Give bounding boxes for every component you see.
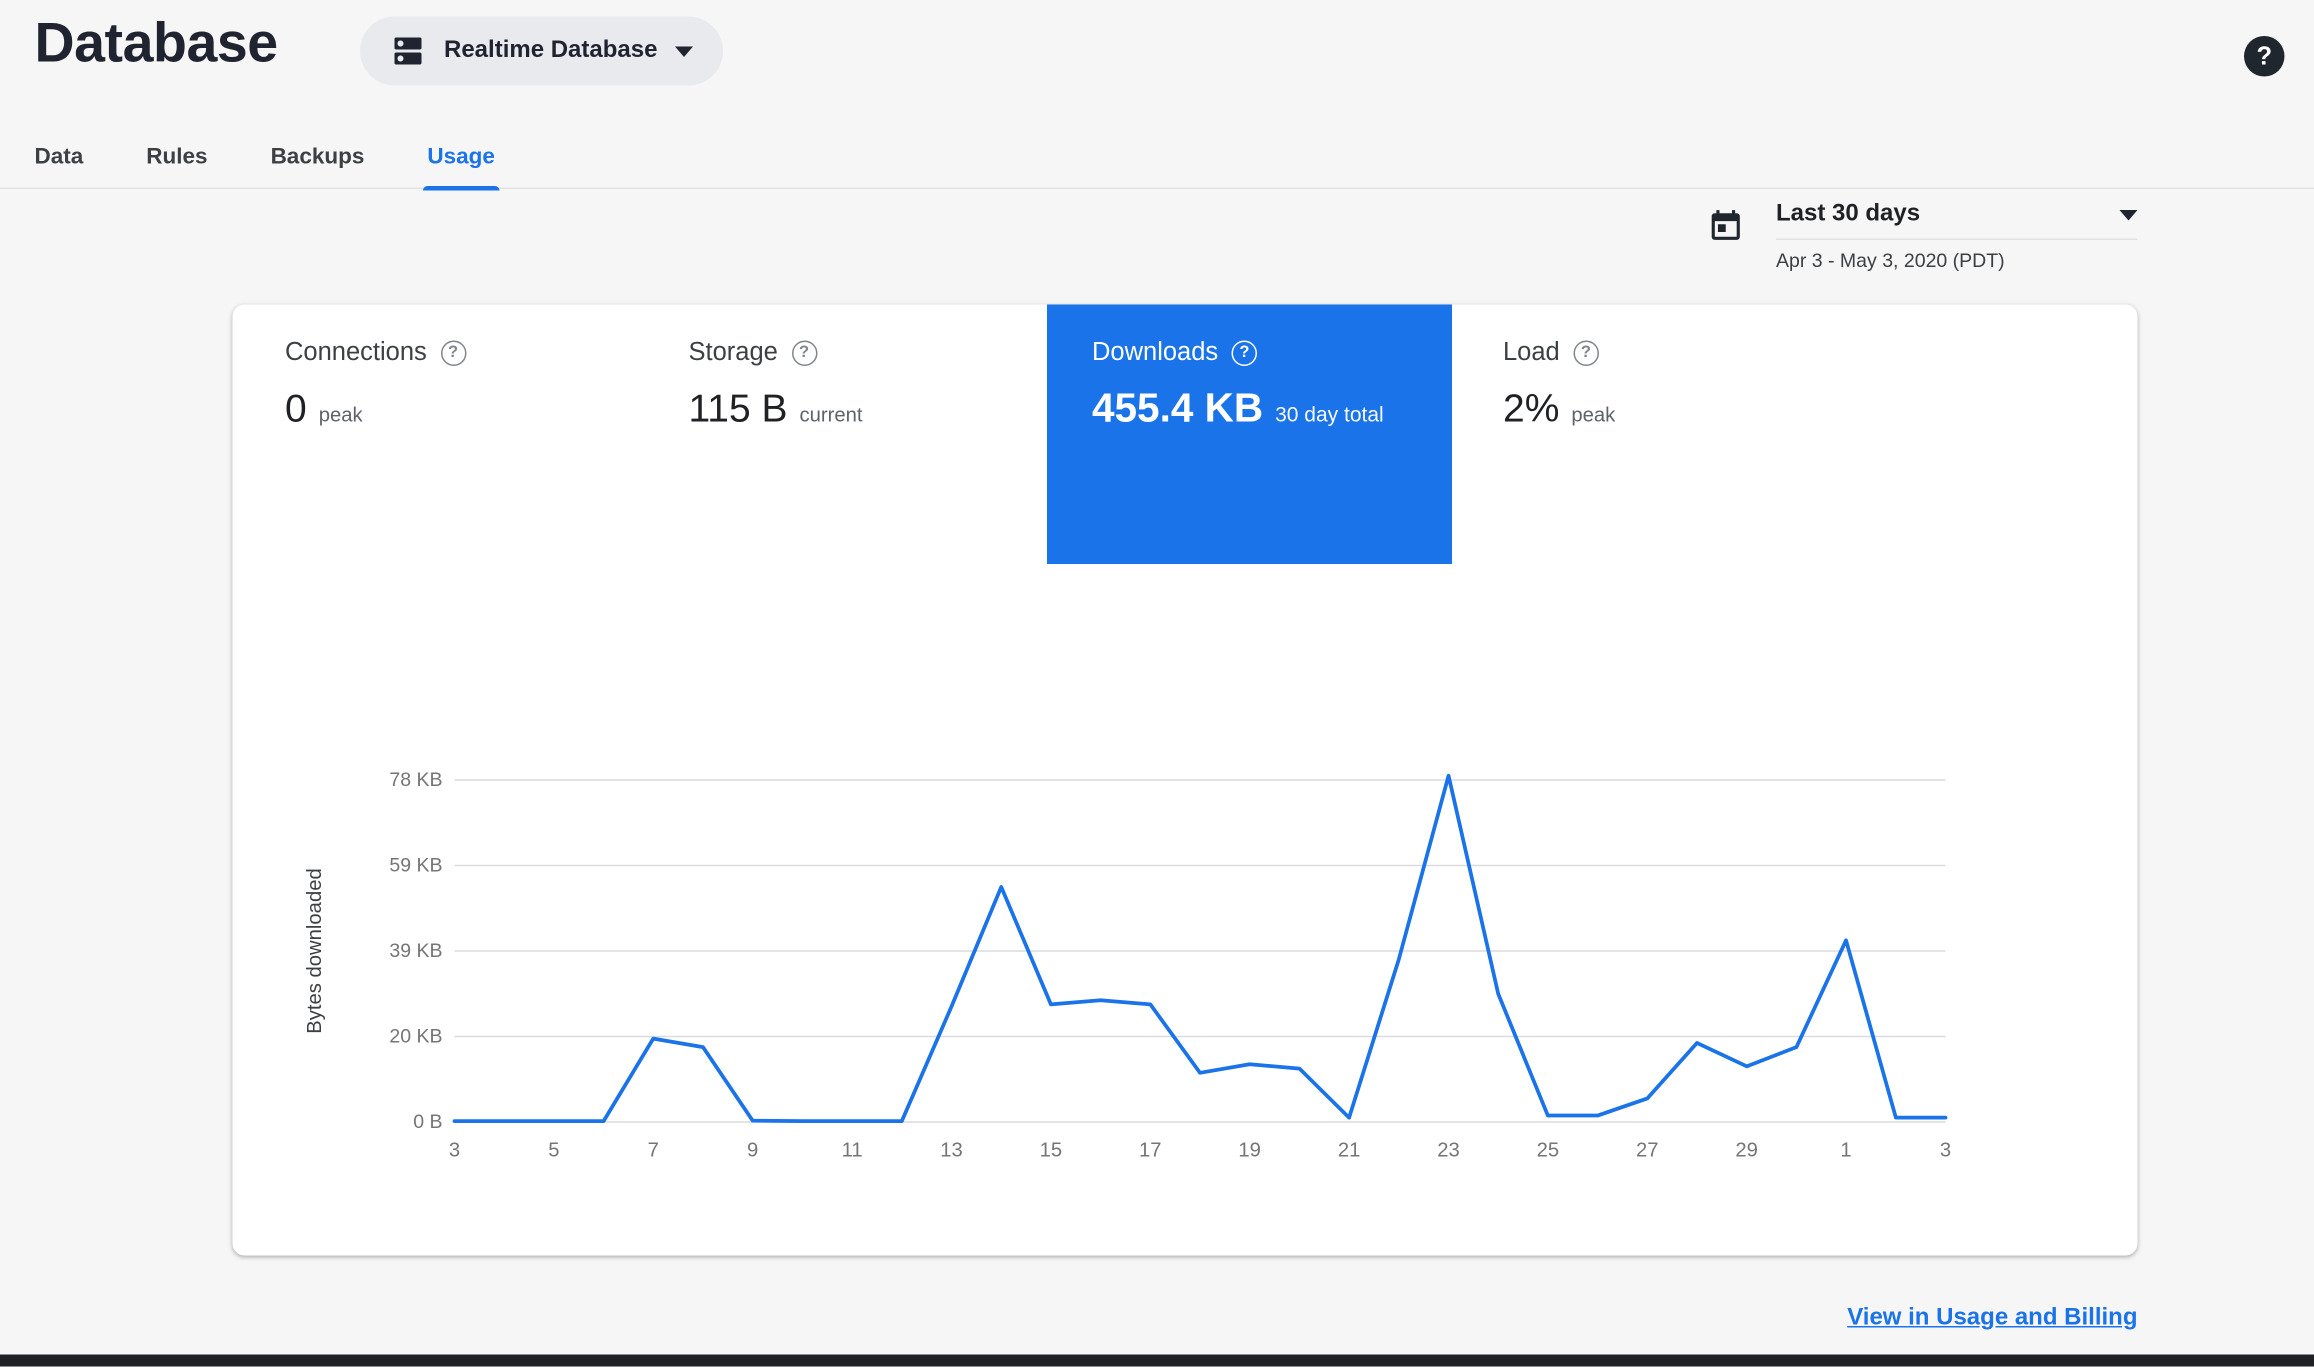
x-tick-label: 1 (1840, 1138, 1852, 1162)
date-range-label: Last 30 days (1776, 201, 1921, 227)
date-range-main: Last 30 days Apr 3 - May 3, 2020 (PDT) (1776, 201, 2138, 272)
metric-label: Load (1503, 337, 1560, 367)
x-tick-label: 15 (1039, 1138, 1063, 1162)
bottom-bar (0, 1354, 2314, 1367)
y-tick-label: 20 KB (389, 1024, 443, 1048)
downloads-series-line (452, 773, 1948, 1123)
x-tick-label: 25 (1536, 1138, 1560, 1162)
page-title: Database (34, 12, 279, 74)
metric-value: 455.4 KB (1092, 385, 1264, 431)
metric-suffix: peak (318, 403, 363, 427)
tab-backups[interactable]: Backups (239, 128, 396, 190)
database-usage-page: Database Realtime Database ? Data Rules … (0, 0, 2314, 1367)
help-circle-icon[interactable]: ? (440, 339, 466, 366)
y-tick-label: 59 KB (389, 853, 443, 877)
x-tick-label: 23 (1437, 1138, 1460, 1162)
help-circle-icon[interactable]: ? (1573, 339, 1599, 366)
calendar-icon (1707, 207, 1745, 272)
x-tick-label: 3 (1939, 1138, 1952, 1162)
metric-label: Connections (285, 337, 427, 367)
metric-label: Downloads (1092, 337, 1219, 367)
database-selector-label: Realtime Database (444, 37, 658, 64)
y-tick-label: 78 KB (389, 768, 443, 791)
metric-value: 115 B (688, 385, 788, 431)
x-tick-label: 17 (1139, 1138, 1162, 1162)
usage-card: Connections ? 0 peak Storage ? 115 B cur… (232, 304, 2138, 1256)
metric-suffix: current (799, 403, 863, 427)
x-tick-label: 7 (647, 1138, 659, 1162)
metric-suffix: 30 day total (1275, 402, 1384, 426)
database-selector[interactable]: Realtime Database (360, 16, 724, 86)
database-icon (390, 33, 426, 69)
x-tick-label: 19 (1238, 1138, 1261, 1162)
x-tick-label: 5 (548, 1138, 560, 1162)
metric-connections[interactable]: Connections ? 0 peak (233, 305, 640, 565)
y-tick-label: 0 B (413, 1110, 443, 1133)
chevron-down-icon (2119, 209, 2138, 220)
x-tick-label: 13 (940, 1138, 963, 1162)
tab-usage[interactable]: Usage (396, 128, 527, 191)
tab-data[interactable]: Data (3, 128, 115, 190)
metric-downloads[interactable]: Downloads ? 455.4 KB 30 day total (1047, 304, 1452, 564)
y-tick-label: 39 KB (389, 939, 443, 962)
x-tick-label: 11 (841, 1138, 863, 1162)
metric-suffix: peak (1571, 403, 1616, 427)
date-range-detail: Apr 3 - May 3, 2020 (PDT) (1776, 249, 2005, 272)
metric-value: 0 (285, 385, 307, 431)
view-usage-billing-link[interactable]: View in Usage and Billing (1847, 1305, 2137, 1332)
help-circle-icon[interactable]: ? (1231, 339, 1258, 366)
help-circle-icon[interactable]: ? (791, 339, 817, 366)
metric-value: 2% (1503, 385, 1560, 431)
x-tick-label: 21 (1337, 1138, 1361, 1162)
metric-load[interactable]: Load ? 2% peak (1452, 305, 1872, 565)
metric-storage[interactable]: Storage ? 115 B current (639, 305, 1047, 565)
x-tick-label: 3 (448, 1138, 461, 1162)
tab-rules[interactable]: Rules (115, 128, 239, 190)
chevron-down-icon (675, 45, 694, 57)
tab-bar: Data Rules Backups Usage (0, 128, 2314, 191)
date-range-selector[interactable]: Last 30 days Apr 3 - May 3, 2020 (PDT) (1707, 201, 2138, 272)
metric-label: Storage (688, 337, 778, 367)
x-tick-label: 9 (747, 1138, 759, 1162)
x-tick-label: 27 (1636, 1138, 1659, 1162)
help-icon[interactable]: ? (2244, 36, 2285, 77)
x-tick-label: 29 (1735, 1138, 1758, 1162)
